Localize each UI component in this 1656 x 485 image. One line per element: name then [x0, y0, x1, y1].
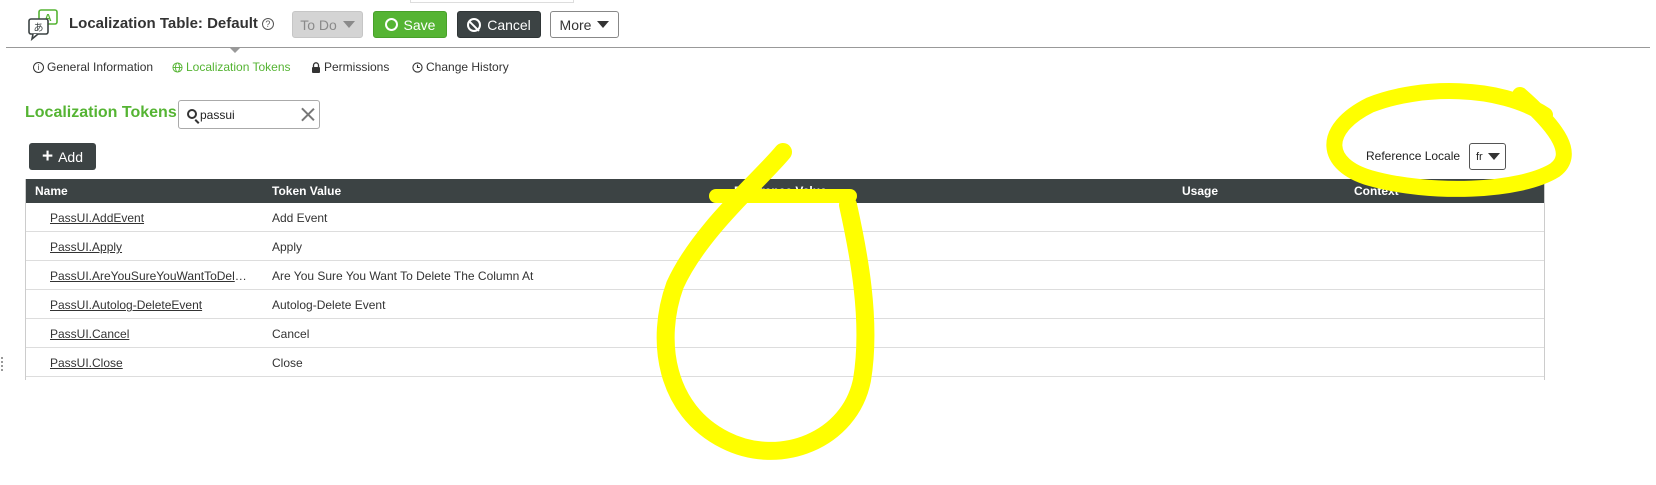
column-header-name[interactable]: Name [35, 184, 68, 198]
save-button[interactable]: Save [373, 11, 447, 38]
clock-icon [412, 61, 423, 73]
help-icon[interactable]: ? [261, 17, 274, 30]
token-value: Add Event [272, 211, 328, 225]
tab-change-history[interactable]: Change History [412, 60, 509, 74]
tab-label: Change History [426, 60, 509, 74]
column-header-token-value[interactable]: Token Value [272, 184, 341, 198]
tokens-table: Name Token Value Reference Value Usage C… [25, 179, 1545, 380]
chevron-down-icon [597, 21, 610, 28]
tab-label: Localization Tokens [186, 60, 291, 74]
table-header: Name Token Value Reference Value Usage C… [26, 179, 1544, 203]
column-header-usage[interactable]: Usage [1182, 184, 1218, 198]
info-icon: i [33, 61, 44, 73]
token-name-link[interactable]: PassUI.AreYouSureYouWantToDelet... [50, 269, 252, 283]
column-header-reference-value[interactable]: Reference Value [734, 184, 827, 198]
reference-locale-select[interactable]: fr [1469, 143, 1506, 170]
table-row[interactable]: PassUI.Cancel Cancel [26, 319, 1544, 348]
reference-locale-value: fr [1476, 150, 1483, 163]
tab-label: General Information [47, 60, 154, 74]
annotation-context-ellipse [1326, 83, 1572, 197]
add-label: Add [58, 148, 84, 165]
chevron-down-icon [1488, 153, 1500, 160]
search-input[interactable] [200, 107, 295, 123]
table-row[interactable]: PassUI.Close Close [26, 348, 1544, 377]
token-value: Apply [272, 240, 303, 254]
token-value: Autolog-Delete Event [272, 298, 386, 312]
section-title: Localization Tokens [25, 104, 177, 121]
token-name-link[interactable]: PassUI.Cancel [50, 327, 252, 341]
todo-label: To Do [300, 16, 337, 33]
page-title-text: Localization Table: Default [69, 15, 258, 32]
token-value: Are You Sure You Want To Delete The Colu… [272, 269, 534, 283]
tab-label: Permissions [324, 60, 390, 74]
more-button[interactable]: More [550, 11, 619, 38]
token-name-link[interactable]: PassUI.Close [50, 356, 252, 370]
tab-localization-tokens[interactable]: Localization Tokens [172, 60, 291, 74]
todo-button[interactable]: To Do [292, 11, 363, 38]
token-value: Cancel [272, 327, 310, 341]
more-label: More [559, 16, 592, 33]
lock-icon [312, 61, 320, 73]
ban-icon [467, 17, 482, 32]
search-box[interactable] [178, 100, 320, 129]
token-name-link[interactable]: PassUI.AddEvent [50, 211, 252, 225]
tab-permissions[interactable]: Permissions [311, 60, 389, 74]
localization-app-icon: A あ [28, 9, 58, 41]
token-name-link[interactable]: PassUI.Autolog-DeleteEvent [50, 298, 252, 312]
close-icon[interactable] [300, 107, 315, 122]
table-row[interactable]: PassUI.AreYouSureYouWantToDelet... Are Y… [26, 261, 1544, 290]
plus-icon: + [41, 145, 54, 167]
table-row[interactable]: PassUI.AddEvent Add Event [26, 203, 1544, 232]
toolbar: A あ Localization Table: Default ? To Do … [6, 0, 1650, 53]
cancel-label: Cancel [487, 16, 531, 33]
tab-general-information[interactable]: i General Information [33, 60, 153, 74]
save-label: Save [403, 16, 436, 33]
reference-locale-label: Reference Locale [1366, 149, 1461, 163]
globe-icon [172, 61, 183, 73]
active-tab-pointer [230, 48, 240, 53]
table-row[interactable]: PassUI.Apply Apply [26, 232, 1544, 261]
column-header-context[interactable]: Context [1354, 184, 1399, 198]
svg-text:あ: あ [34, 22, 44, 34]
search-icon [187, 109, 197, 119]
cancel-button[interactable]: Cancel [457, 11, 541, 38]
token-value: Close [272, 356, 303, 370]
token-name-link[interactable]: PassUI.Apply [50, 240, 252, 254]
add-button[interactable]: + Add [29, 143, 96, 170]
table-row[interactable]: PassUI.Autolog-DeleteEvent Autolog-Delet… [26, 290, 1544, 319]
circle-icon [384, 18, 398, 31]
resize-grip-icon[interactable] [0, 355, 5, 383]
chevron-down-icon [342, 21, 355, 28]
page-title: Localization Table: Default ? [69, 15, 274, 32]
